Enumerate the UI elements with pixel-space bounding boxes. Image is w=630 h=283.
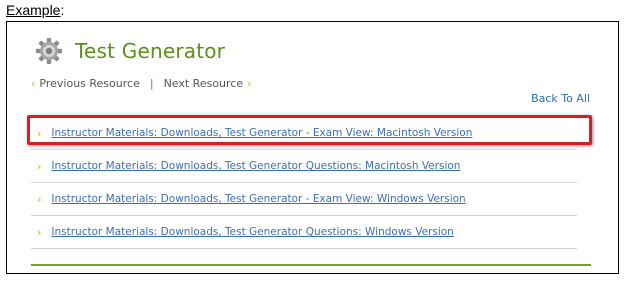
resource-link[interactable]: Instructor Materials: Downloads, Test Ge… [51, 160, 460, 172]
resource-link[interactable]: Instructor Materials: Downloads, Test Ge… [51, 193, 465, 205]
chevron-right-icon: › [247, 77, 252, 90]
chevron-right-icon: › [37, 225, 42, 239]
highlight-box [27, 115, 592, 145]
bottom-divider [31, 264, 591, 266]
back-to-all-link[interactable]: Back To All [531, 92, 590, 105]
nav-separator: | [149, 77, 154, 90]
resource-item[interactable]: › Instructor Materials: Downloads, Test … [31, 150, 577, 183]
resource-item[interactable]: › Instructor Materials: Downloads, Test … [31, 183, 577, 216]
previous-resource-link[interactable]: Previous Resource [39, 77, 139, 90]
chevron-left-icon: ‹ [31, 77, 36, 90]
next-resource-link[interactable]: Next Resource [164, 77, 244, 90]
chevron-right-icon: › [37, 192, 42, 206]
chevron-right-icon: › [37, 159, 42, 173]
resource-link[interactable]: Instructor Materials: Downloads, Test Ge… [51, 226, 453, 238]
screenshot-frame: Test Generator ‹ Previous Resource | Nex… [6, 21, 619, 274]
example-caption: Example: [6, 2, 64, 18]
resource-item[interactable]: › Instructor Materials: Downloads, Test … [31, 216, 577, 249]
example-label: Example [6, 2, 61, 18]
example-colon: : [60, 2, 65, 18]
gear-icon [35, 37, 63, 65]
resource-nav: ‹ Previous Resource | Next Resource › [31, 77, 252, 90]
page-title: Test Generator [75, 39, 226, 63]
page-header: Test Generator [35, 36, 225, 66]
